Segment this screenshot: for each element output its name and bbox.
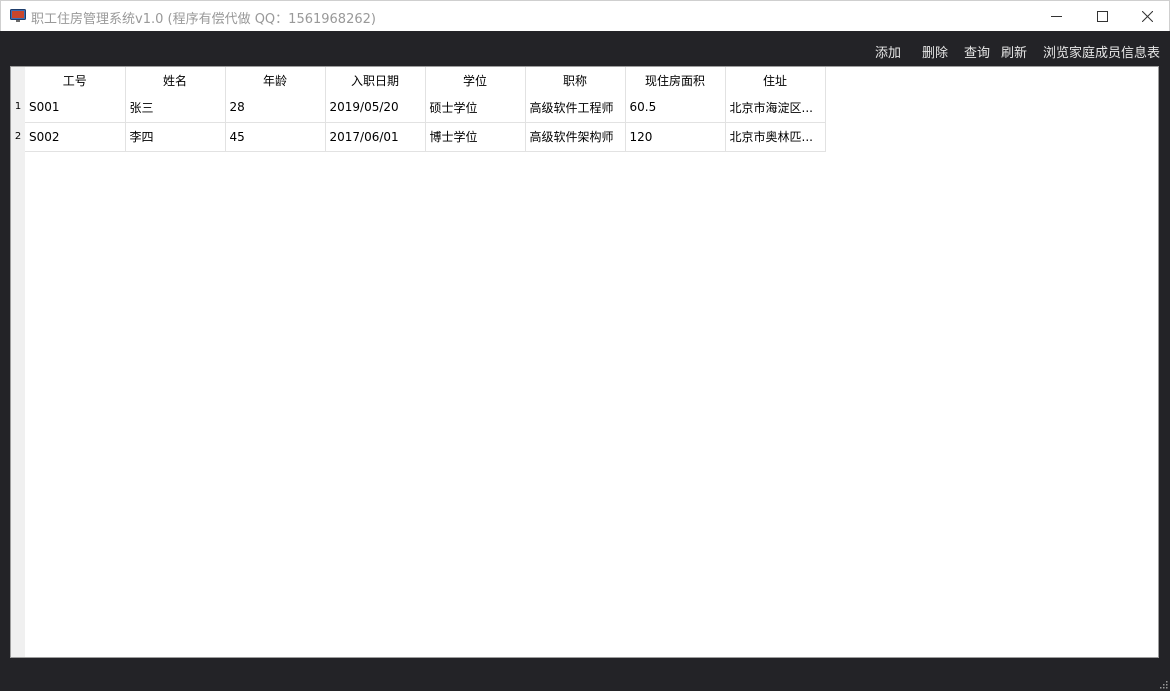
window-title: 职工住房管理系统v1.0 (程序有偿代做 QQ：1561968262) bbox=[31, 12, 376, 27]
minimize-icon bbox=[1051, 16, 1062, 17]
table-cell[interactable]: 李四 bbox=[125, 122, 226, 152]
table-cell[interactable]: 120 bbox=[625, 122, 726, 152]
column-header-id[interactable]: 工号 bbox=[25, 67, 126, 93]
table-cell[interactable]: 高级软件架构师 bbox=[525, 122, 626, 152]
column-header-address[interactable]: 住址 bbox=[725, 67, 826, 93]
row-header: 1 2 bbox=[11, 67, 25, 657]
table-row[interactable]: S001 张三 28 2019/05/20 硕士学位 高级软件工程师 60.5 … bbox=[25, 93, 826, 123]
delete-button[interactable]: 删除 bbox=[922, 42, 948, 61]
column-header-age[interactable]: 年龄 bbox=[225, 67, 326, 93]
employee-table[interactable]: 1 2 工号 姓名 年龄 入职日期 学位 职称 现住房面积 住址 S001 张三… bbox=[10, 66, 1159, 658]
table-cell[interactable]: 北京市海淀区... bbox=[725, 93, 826, 123]
table-row[interactable]: S002 李四 45 2017/06/01 博士学位 高级软件架构师 120 北… bbox=[25, 122, 826, 152]
query-button[interactable]: 查询 bbox=[964, 42, 990, 61]
maximize-icon bbox=[1097, 11, 1108, 22]
table-cell[interactable]: 北京市奥林匹... bbox=[725, 122, 826, 152]
table-cell[interactable]: 张三 bbox=[125, 93, 226, 123]
table-cell[interactable]: 45 bbox=[225, 122, 326, 152]
toolbar: 添加 删除 查询 刷新 浏览家庭成员信息表 bbox=[0, 31, 1170, 66]
close-button[interactable] bbox=[1124, 1, 1170, 32]
table-cell[interactable]: S001 bbox=[25, 93, 126, 123]
data-grid[interactable]: 工号 姓名 年龄 入职日期 学位 职称 现住房面积 住址 S001 张三 28 … bbox=[25, 67, 826, 152]
column-header-hire-date[interactable]: 入职日期 bbox=[325, 67, 426, 93]
close-icon bbox=[1142, 11, 1153, 22]
header-row: 工号 姓名 年龄 入职日期 学位 职称 现住房面积 住址 bbox=[25, 67, 826, 93]
table-cell[interactable]: S002 bbox=[25, 122, 126, 152]
app-icon bbox=[10, 9, 26, 22]
column-header-area[interactable]: 现住房面积 bbox=[625, 67, 726, 93]
resize-grip-icon[interactable] bbox=[1158, 679, 1168, 689]
refresh-button[interactable]: 刷新 bbox=[1001, 42, 1027, 61]
add-button[interactable]: 添加 bbox=[875, 42, 901, 61]
table-cell[interactable]: 硕士学位 bbox=[425, 93, 526, 123]
table-cell[interactable]: 28 bbox=[225, 93, 326, 123]
row-number[interactable]: 1 bbox=[11, 101, 25, 112]
table-cell[interactable]: 2017/06/01 bbox=[325, 122, 426, 152]
table-cell[interactable]: 博士学位 bbox=[425, 122, 526, 152]
row-number[interactable]: 2 bbox=[11, 131, 25, 142]
minimize-button[interactable] bbox=[1033, 1, 1079, 32]
title-bar: 职工住房管理系统v1.0 (程序有偿代做 QQ：1561968262) bbox=[0, 0, 1170, 31]
column-header-title[interactable]: 职称 bbox=[525, 67, 626, 93]
family-info-button[interactable]: 浏览家庭成员信息表 bbox=[1043, 42, 1160, 61]
maximize-button[interactable] bbox=[1079, 1, 1125, 32]
table-cell[interactable]: 2019/05/20 bbox=[325, 93, 426, 123]
table-cell[interactable]: 高级软件工程师 bbox=[525, 93, 626, 123]
table-cell[interactable]: 60.5 bbox=[625, 93, 726, 123]
column-header-degree[interactable]: 学位 bbox=[425, 67, 526, 93]
column-header-name[interactable]: 姓名 bbox=[125, 67, 226, 93]
